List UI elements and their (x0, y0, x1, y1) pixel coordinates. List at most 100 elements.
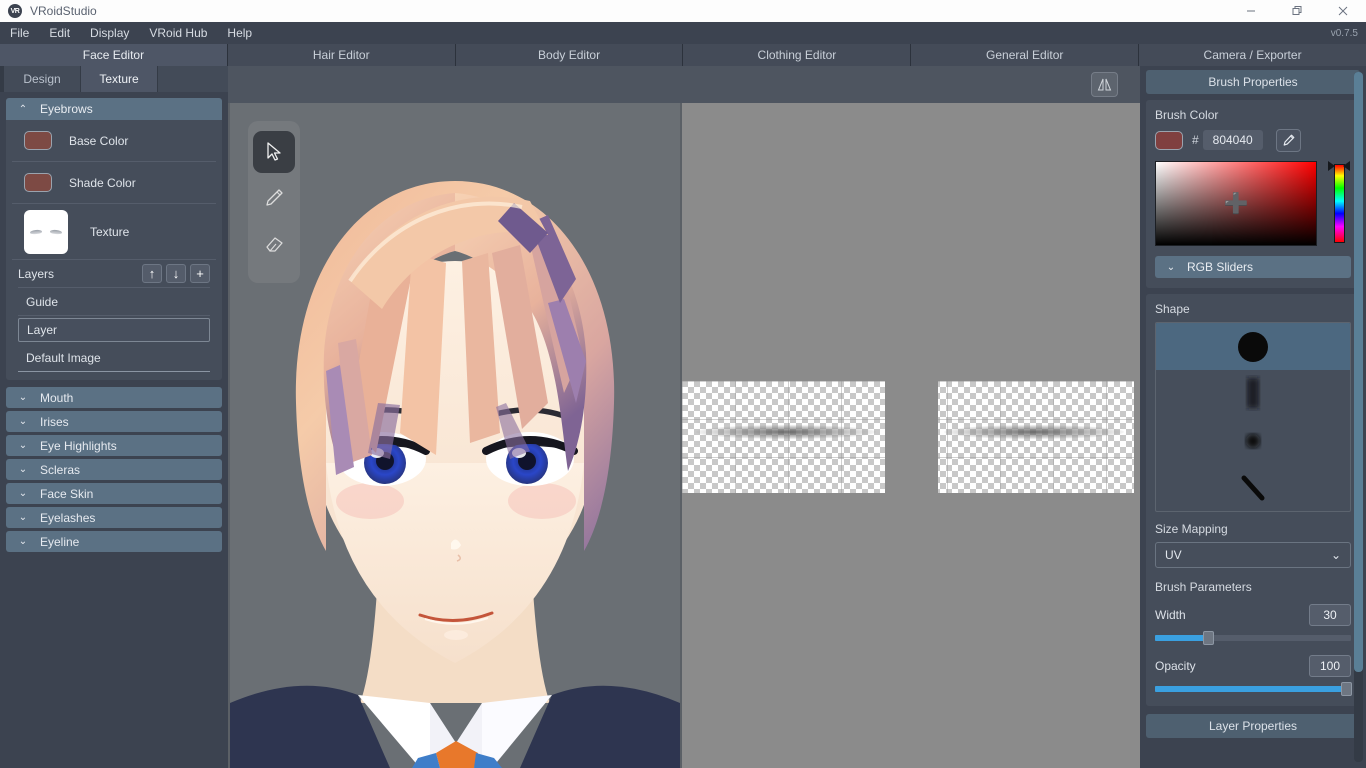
width-value-input[interactable]: 30 (1309, 604, 1351, 626)
size-mapping-select[interactable]: UV ⌄ (1155, 542, 1351, 568)
shape-card: Shape Size Mapping UV ⌄ Brush Parameters… (1146, 294, 1360, 706)
eyebrow-right-mark-icon (49, 228, 63, 235)
right-panel-scroll-track[interactable] (1354, 72, 1363, 762)
brush-shape-list (1155, 322, 1351, 512)
brush-shape-angled-flat[interactable] (1156, 464, 1350, 511)
base-color-label: Base Color (69, 133, 129, 148)
chevron-down-icon: ⌄ (1330, 548, 1341, 562)
soft-round-brush-icon (1246, 433, 1260, 448)
color-picker-area: ➕ (1155, 161, 1351, 246)
model-viewport-3d[interactable] (230, 103, 680, 768)
left-panel-body: ⌃ Eyebrows Base Color Shade Color Textur… (0, 92, 228, 768)
width-slider-knob[interactable] (1202, 631, 1214, 645)
saturation-value-field[interactable]: ➕ (1155, 161, 1317, 246)
width-row: Width 30 (1155, 604, 1351, 626)
symmetry-mirror-icon (1097, 78, 1112, 91)
select-tool-button[interactable] (253, 131, 295, 173)
group-eyebrows-title: Eyebrows (40, 102, 93, 116)
group-eyeline[interactable]: ⌄ Eyeline (6, 531, 222, 552)
tab-design[interactable]: Design (4, 66, 80, 92)
tab-camera-exporter[interactable]: Camera / Exporter (1139, 44, 1366, 66)
layer-item-default-image[interactable]: Default Image (18, 344, 210, 372)
size-mapping-value: UV (1165, 548, 1182, 562)
menu-file[interactable]: File (0, 22, 39, 44)
hex-hash-label: # (1192, 133, 1199, 147)
group-mouth[interactable]: ⌄ Mouth (6, 387, 222, 408)
opacity-slider-knob[interactable] (1341, 682, 1352, 696)
eyebrow-stroke-right (944, 425, 1124, 439)
group-irises-label: Irises (40, 414, 69, 429)
move-layer-up-button[interactable]: ↑ (142, 264, 162, 283)
row-texture[interactable]: Texture (12, 204, 216, 260)
hard-round-brush-icon (1238, 331, 1268, 362)
menu-vroid-hub[interactable]: VRoid Hub (139, 22, 217, 44)
chevron-down-icon: ⌄ (18, 416, 28, 427)
group-irises[interactable]: ⌄ Irises (6, 411, 222, 432)
chevron-down-icon: ⌄ (18, 512, 28, 523)
tab-general-editor[interactable]: General Editor (911, 44, 1140, 66)
width-slider[interactable] (1155, 631, 1351, 645)
group-scleras[interactable]: ⌄ Scleras (6, 459, 222, 480)
rgb-sliders-label: RGB Sliders (1187, 260, 1254, 274)
menu-display[interactable]: Display (80, 22, 139, 44)
group-face-skin[interactable]: ⌄ Face Skin (6, 483, 222, 504)
brush-color-card: Brush Color # 804040 ➕ ⌄ RGB Sliders (1146, 100, 1360, 288)
opacity-label: Opacity (1155, 659, 1196, 673)
row-base-color[interactable]: Base Color (12, 120, 216, 162)
shade-color-label: Shade Color (69, 175, 136, 190)
shade-color-swatch[interactable] (24, 173, 52, 192)
symmetry-mirror-button[interactable] (1091, 72, 1118, 97)
group-eyelashes[interactable]: ⌄ Eyelashes (6, 507, 222, 528)
layer-item-layer[interactable]: Layer (18, 318, 210, 342)
base-color-swatch[interactable] (24, 131, 52, 150)
editor-tab-bar: Face Editor Hair Editor Body Editor Clot… (0, 44, 1366, 66)
menu-help[interactable]: Help (217, 22, 262, 44)
layer-properties-header[interactable]: Layer Properties (1146, 714, 1360, 738)
pencil-tool-button[interactable] (253, 177, 295, 219)
close-icon (1338, 6, 1348, 16)
brush-color-swatch[interactable] (1155, 130, 1183, 150)
hue-pointer-left-icon (1328, 161, 1335, 171)
eraser-tool-button[interactable] (253, 223, 295, 265)
opacity-slider[interactable] (1155, 682, 1352, 696)
brush-shape-hard-round[interactable] (1156, 323, 1350, 370)
eyedropper-button[interactable] (1275, 128, 1301, 152)
row-shade-color[interactable]: Shade Color (12, 162, 216, 204)
eraser-icon (266, 237, 283, 252)
menu-edit[interactable]: Edit (39, 22, 80, 44)
center-workspace (228, 66, 1140, 768)
menu-bar: File Edit Display VRoid Hub Help v0.7.5 (0, 22, 1366, 44)
tab-hair-editor[interactable]: Hair Editor (227, 44, 456, 66)
version-label: v0.7.5 (1330, 27, 1358, 39)
hue-slider[interactable] (1328, 161, 1350, 246)
tab-face-editor[interactable]: Face Editor (0, 44, 228, 66)
opacity-row: Opacity 100 (1155, 655, 1351, 677)
brush-shape-soft-round[interactable] (1156, 417, 1350, 464)
brush-hex-input[interactable]: 804040 (1202, 130, 1263, 150)
tab-body-editor[interactable]: Body Editor (455, 44, 684, 66)
chevron-down-icon: ⌄ (1166, 261, 1176, 273)
right-panel: Brush Properties Brush Color # 804040 ➕ (1140, 66, 1366, 768)
move-layer-down-button[interactable]: ↓ (166, 264, 186, 283)
group-eyebrows-header[interactable]: ⌃ Eyebrows (6, 98, 222, 120)
chevron-down-icon: ⌄ (18, 392, 28, 403)
layers-label: Layers (18, 266, 55, 281)
brush-color-label: Brush Color (1155, 108, 1219, 122)
group-eye-highlights[interactable]: ⌄ Eye Highlights (6, 435, 222, 456)
minimize-button[interactable] (1228, 0, 1274, 22)
shape-label: Shape (1155, 302, 1190, 316)
brush-shape-soft-square[interactable] (1156, 370, 1350, 417)
hue-pointer-right-icon (1343, 161, 1350, 171)
close-button[interactable] (1320, 0, 1366, 22)
tab-clothing-editor[interactable]: Clothing Editor (683, 44, 912, 66)
opacity-value-input[interactable]: 100 (1309, 655, 1351, 677)
add-layer-button[interactable]: + (190, 264, 210, 283)
maximize-button[interactable] (1274, 0, 1320, 22)
rgb-sliders-toggle[interactable]: ⌄ RGB Sliders (1155, 256, 1351, 278)
tab-texture[interactable]: Texture (81, 66, 157, 92)
brush-color-row: # 804040 (1155, 128, 1351, 152)
texture-thumbnail[interactable] (24, 209, 68, 254)
layer-item-guide[interactable]: Guide (18, 288, 210, 316)
right-panel-scrollbar-thumb[interactable] (1354, 72, 1363, 672)
texture-canvas[interactable] (682, 103, 1140, 768)
